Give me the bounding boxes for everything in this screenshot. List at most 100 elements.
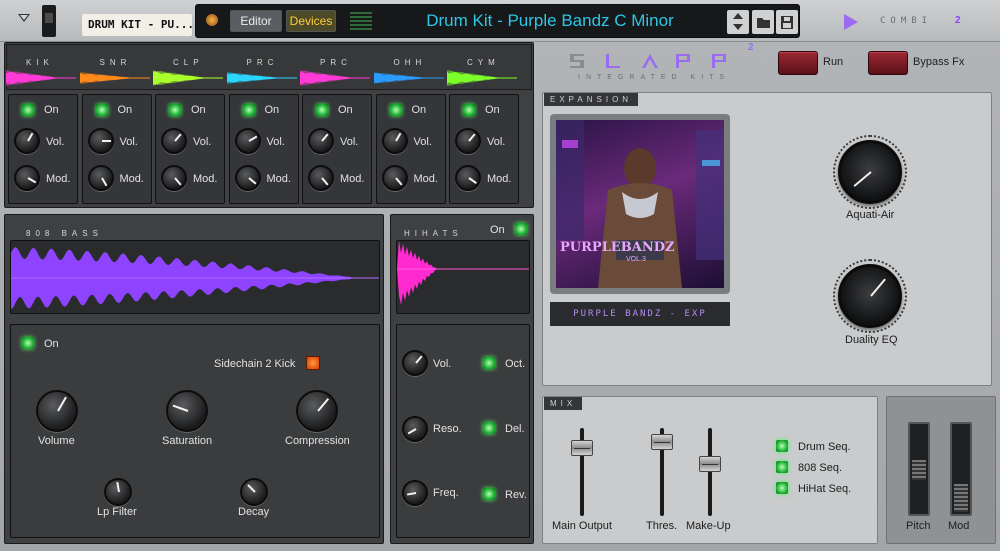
hihats-reso-knob[interactable] (402, 416, 428, 442)
drum-channel-on-led[interactable] (169, 104, 181, 116)
drum-channel-on-led[interactable] (389, 104, 402, 116)
devices-button[interactable]: Devices (286, 10, 336, 32)
editor-button[interactable]: Editor (230, 10, 282, 32)
threshold-fader[interactable] (651, 434, 673, 450)
hihats-on-led[interactable] (515, 223, 527, 235)
hihats-freq-label: Freq. (433, 487, 459, 499)
cover-volume-text: VOL.3 (626, 256, 646, 263)
drum-channel-on-label: On (338, 104, 353, 116)
mod-wheel[interactable] (950, 422, 972, 516)
duality-eq-knob[interactable] (833, 259, 907, 333)
bypass-fx-label: Bypass Fx (913, 56, 965, 68)
makeup-fader[interactable] (699, 456, 721, 472)
bass-seq-led[interactable] (776, 461, 788, 473)
hihats-freq-knob[interactable] (402, 480, 428, 506)
drum-channel-on-label: On (411, 104, 427, 116)
drum-channel-volume-knob[interactable] (14, 128, 40, 154)
bass-compression-knob[interactable] (296, 390, 338, 432)
drum-channel-label: CLP (173, 58, 204, 67)
open-folder-button[interactable] (752, 10, 774, 34)
drum-channel-mod-knob[interactable] (87, 165, 114, 191)
drum-channel-on-led[interactable] (463, 104, 475, 116)
combi-device: DRUM KIT - PU... Editor Devices Drum Kit… (0, 0, 1000, 551)
play-icon[interactable] (844, 14, 858, 30)
oct-led[interactable] (483, 357, 495, 369)
patch-title: Drum Kit - Purple Bandz C Minor (426, 11, 674, 30)
run-button[interactable] (778, 51, 818, 75)
patch-up-down-buttons[interactable] (727, 10, 749, 34)
wheels-section (886, 396, 996, 544)
drum-channel-mod-knob[interactable] (455, 165, 481, 191)
drum-channel-label: OHH (393, 58, 427, 67)
drum-channel-on-label: On (44, 104, 59, 116)
hihats-on-label: On (490, 224, 505, 236)
del-label: Del. (505, 423, 525, 435)
drum-channel-mod-knob[interactable] (14, 165, 40, 191)
drum-channel-mod-knob[interactable] (308, 165, 334, 191)
drum-channel-volume-label: Vol. (46, 136, 65, 148)
drum-channel-waveform (300, 70, 370, 86)
drum-channel-label: PRC (320, 58, 352, 67)
rack-grip-handle[interactable] (42, 5, 56, 37)
drum-channel-volume-label: Vol. (193, 136, 212, 148)
bass-saturation-label: Saturation (162, 435, 213, 447)
main-output-label: Main Output (552, 520, 612, 532)
makeup-fader-track (708, 428, 712, 516)
lp-filter-knob[interactable] (104, 478, 132, 506)
aquati-air-knob[interactable] (833, 135, 907, 209)
duality-eq-label: Duality EQ (845, 334, 898, 346)
lp-filter-label: Lp Filter (97, 506, 137, 518)
drum-channel-on-led[interactable] (242, 104, 255, 116)
expansion-cover-frame[interactable]: PURPLEBANDZ VOL.3 (550, 114, 730, 294)
bass-volume-knob[interactable] (36, 390, 78, 432)
main-output-fader[interactable] (571, 440, 593, 456)
drum-channel-mod-label: Mod. (266, 173, 291, 185)
cover-title-text: PURPLEBANDZ (560, 240, 675, 255)
bass-on-led[interactable] (22, 337, 34, 349)
fold-chevron-icon[interactable] (18, 14, 30, 22)
drum-channel-on-label: On (485, 104, 500, 116)
patch-name-display[interactable]: DRUM KIT - PU... (82, 14, 192, 36)
del-led[interactable] (483, 422, 495, 434)
hihats-reso-label: Reso. (433, 423, 462, 435)
drum-channel-label: KIK (26, 58, 54, 67)
drum-channel-volume-label: Vol. (413, 136, 432, 148)
drum-channel-volume-knob[interactable] (308, 128, 334, 154)
bypass-fx-button[interactable] (868, 51, 908, 75)
sidechain-toggle[interactable] (306, 356, 320, 370)
hihats-waveform (397, 241, 529, 305)
mix-label: MIX (544, 397, 583, 410)
chevron-down-icon[interactable] (733, 24, 743, 30)
drum-channel-waveform (373, 72, 444, 84)
chevron-up-icon[interactable] (733, 13, 743, 19)
save-button[interactable] (776, 10, 798, 34)
drum-channel-volume-knob[interactable] (234, 128, 261, 154)
expansion-cover-art: PURPLEBANDZ VOL.3 (556, 120, 724, 288)
drum-seq-led[interactable] (776, 440, 788, 452)
drum-channel-on-led[interactable] (316, 104, 328, 116)
drum-channel-volume-knob[interactable] (381, 128, 408, 154)
drum-channel-volume-label: Vol. (119, 136, 138, 148)
drum-channel-mod-knob[interactable] (161, 165, 187, 191)
drum-channel-volume-knob[interactable] (161, 128, 187, 154)
drum-channel-mod-label: Mod. (119, 173, 144, 185)
hihats-vol-knob[interactable] (402, 350, 428, 376)
hihat-seq-led[interactable] (776, 482, 788, 494)
drum-channel-on-led[interactable] (95, 104, 108, 116)
pitch-wheel[interactable] (908, 422, 930, 516)
drum-channel-volume-knob[interactable] (455, 128, 481, 154)
drum-channel-mod-knob[interactable] (234, 165, 261, 191)
drum-channel-on-led[interactable] (22, 104, 34, 116)
drum-channel-volume-knob[interactable] (87, 128, 114, 154)
combi-logo-number: 2 (955, 15, 961, 26)
bass-label: 808 BASS (26, 229, 103, 238)
drum-channel-waveform (79, 72, 150, 84)
rev-label: Rev. (505, 489, 527, 501)
rev-led[interactable] (483, 488, 495, 500)
combi-logo: COMBI (880, 16, 933, 26)
hihats-vol-label: Vol. (433, 358, 452, 370)
bass-saturation-knob[interactable] (166, 390, 208, 432)
decay-knob[interactable] (240, 478, 268, 506)
drum-channel-mod-knob[interactable] (381, 165, 408, 191)
bass-controls-panel (10, 324, 380, 538)
